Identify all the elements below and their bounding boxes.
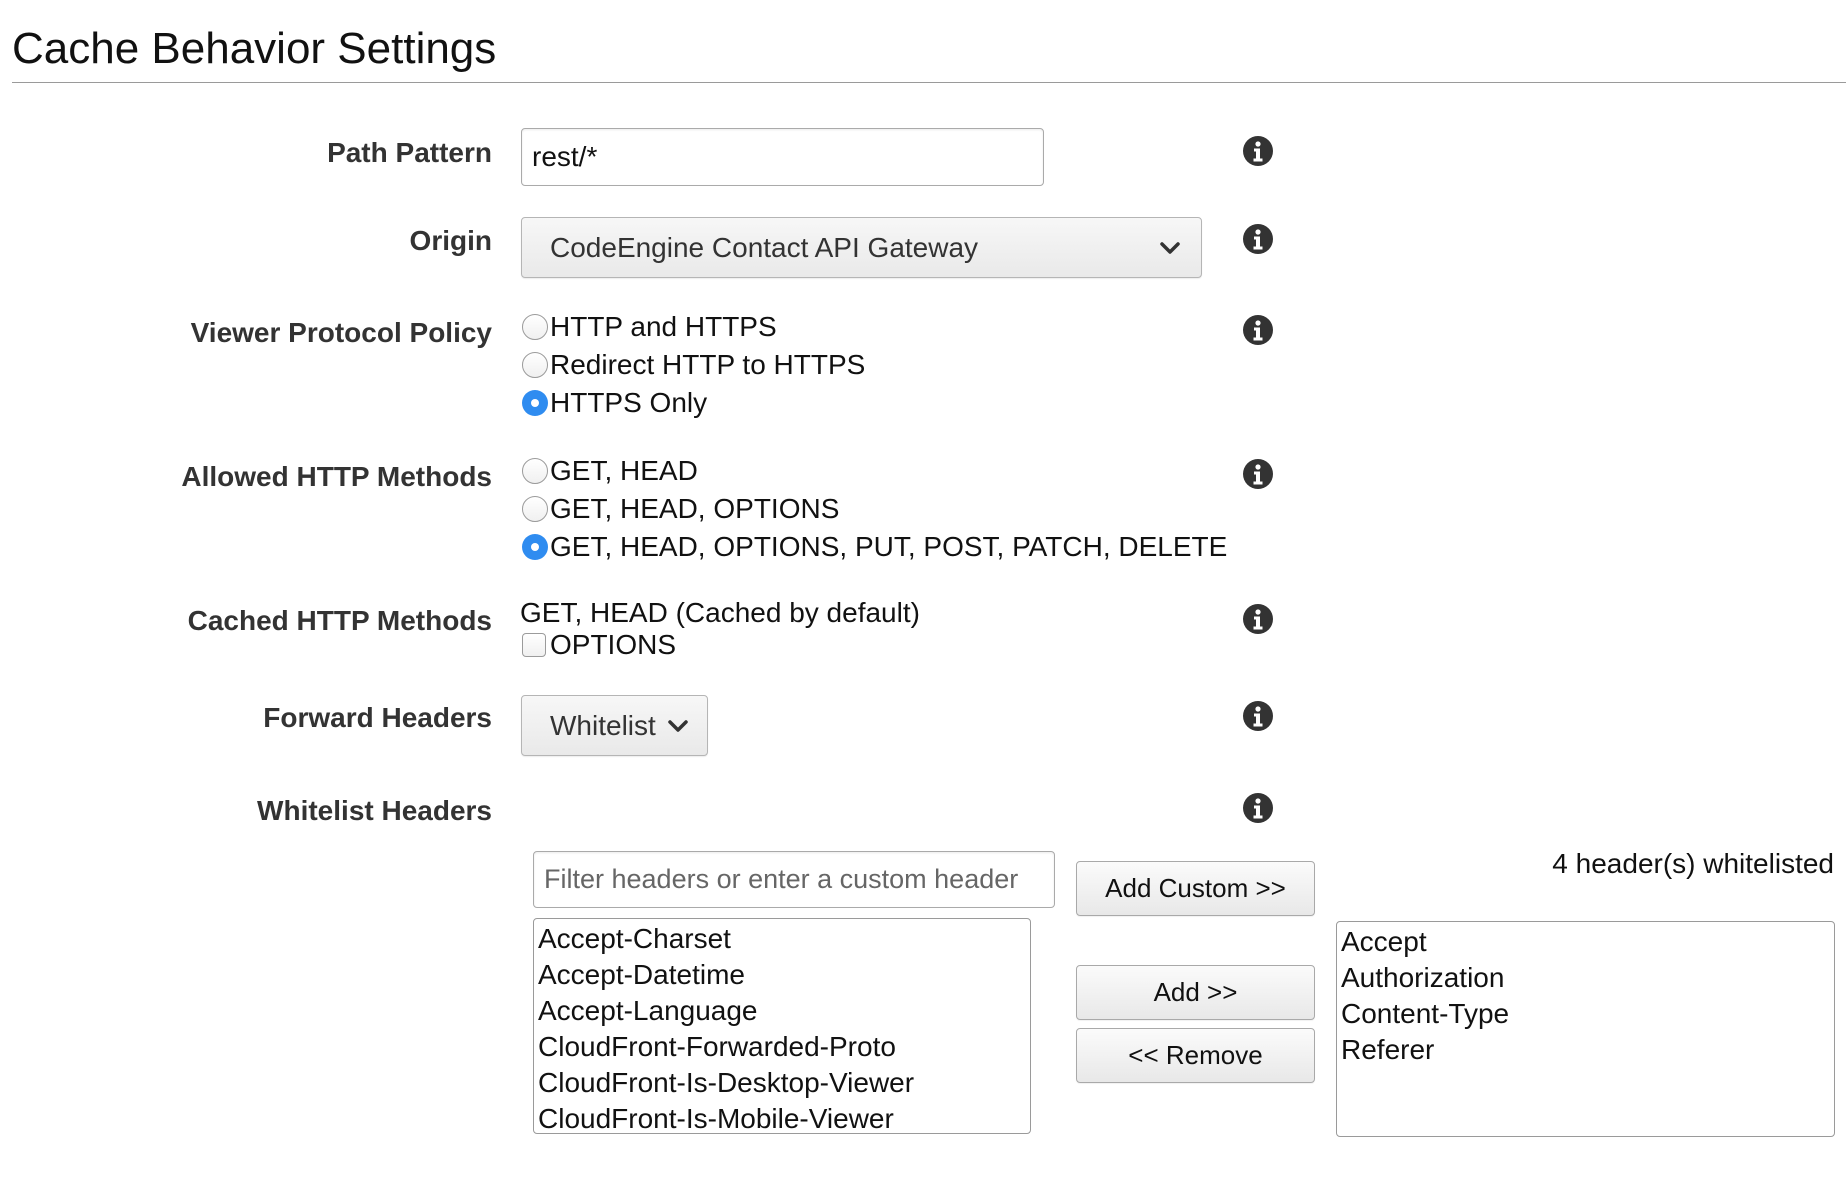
radio-button[interactable] [522,352,548,378]
origin-info-icon[interactable] [1242,223,1274,255]
viewer-protocol-option-http-https[interactable]: HTTP and HTTPS [522,308,777,346]
cached-by-default-text: GET, HEAD (Cached by default) [520,597,920,628]
cached-methods-options-checkbox-row[interactable]: OPTIONS [522,626,676,664]
radio-button[interactable] [522,496,548,522]
page-title: Cache Behavior Settings [12,24,497,73]
allowed-methods-option-get-head-options[interactable]: GET, HEAD, OPTIONS [522,490,839,528]
add-custom-button[interactable]: Add Custom >> [1076,861,1315,916]
allowed-http-methods-label: Allowed HTTP Methods [181,461,492,492]
list-item[interactable]: Content-Type [1341,996,1830,1032]
viewer-protocol-option-https-only[interactable]: HTTPS Only [522,384,707,422]
list-item[interactable]: Accept [1341,924,1830,960]
radio-label: GET, HEAD [550,455,698,486]
radio-button[interactable] [522,314,548,340]
path-pattern-label: Path Pattern [327,137,492,168]
radio-label: GET, HEAD, OPTIONS, PUT, POST, PATCH, DE… [550,531,1228,562]
filter-headers-input[interactable] [533,851,1055,908]
title-divider [12,82,1846,83]
list-item[interactable]: Accept-Language [538,993,1026,1029]
radio-button-selected[interactable] [522,390,548,416]
list-item[interactable]: Accept-Datetime [538,957,1026,993]
viewer-protocol-info-icon[interactable] [1242,314,1274,346]
allowed-methods-option-get-head[interactable]: GET, HEAD [522,452,698,490]
list-item[interactable]: CloudFront-Is-Desktop-Viewer [538,1065,1026,1101]
path-pattern-info-icon[interactable] [1242,135,1274,167]
available-headers-listbox[interactable]: Accept-Charset Accept-Datetime Accept-La… [533,918,1031,1134]
radio-button[interactable] [522,458,548,484]
chevron-down-icon [667,718,689,734]
cached-http-methods-label: Cached HTTP Methods [187,605,492,636]
chevron-down-icon [1159,240,1181,256]
radio-label: GET, HEAD, OPTIONS [550,493,840,524]
whitelisted-count-text: 4 header(s) whitelisted [1552,848,1834,879]
origin-dropdown[interactable]: CodeEngine Contact API Gateway [521,217,1202,278]
list-item[interactable]: CloudFront-Is-Mobile-Viewer [538,1101,1026,1133]
forward-headers-selected-value: Whitelist [550,709,656,741]
whitelist-headers-info-icon[interactable] [1242,792,1274,824]
forward-headers-label: Forward Headers [263,702,492,733]
remove-button[interactable]: << Remove [1076,1028,1315,1083]
radio-label: Redirect HTTP to HTTPS [550,349,866,380]
origin-label: Origin [409,225,492,256]
add-button[interactable]: Add >> [1076,965,1315,1020]
forward-headers-dropdown[interactable]: Whitelist [521,695,708,756]
origin-selected-value: CodeEngine Contact API Gateway [550,231,979,263]
whitelist-headers-label: Whitelist Headers [257,795,492,826]
viewer-protocol-option-redirect[interactable]: Redirect HTTP to HTTPS [522,346,865,384]
list-item[interactable]: Referer [1341,1032,1830,1068]
path-pattern-input[interactable] [521,128,1044,186]
allowed-methods-info-icon[interactable] [1242,458,1274,490]
radio-label: HTTPS Only [550,387,708,418]
viewer-protocol-policy-label: Viewer Protocol Policy [190,317,492,348]
list-item[interactable]: Authorization [1341,960,1830,996]
radio-label: HTTP and HTTPS [550,311,777,342]
allowed-methods-option-all[interactable]: GET, HEAD, OPTIONS, PUT, POST, PATCH, DE… [522,528,1227,566]
radio-button-selected[interactable] [522,534,548,560]
list-item[interactable]: Accept-Charset [538,921,1026,957]
forward-headers-info-icon[interactable] [1242,700,1274,732]
whitelisted-headers-listbox[interactable]: Accept Authorization Content-Type Refere… [1336,921,1835,1137]
options-checkbox[interactable] [522,633,546,657]
list-item[interactable]: CloudFront-Forwarded-Proto [538,1029,1026,1065]
checkbox-label: OPTIONS [550,629,677,660]
cached-methods-info-icon[interactable] [1242,603,1274,635]
